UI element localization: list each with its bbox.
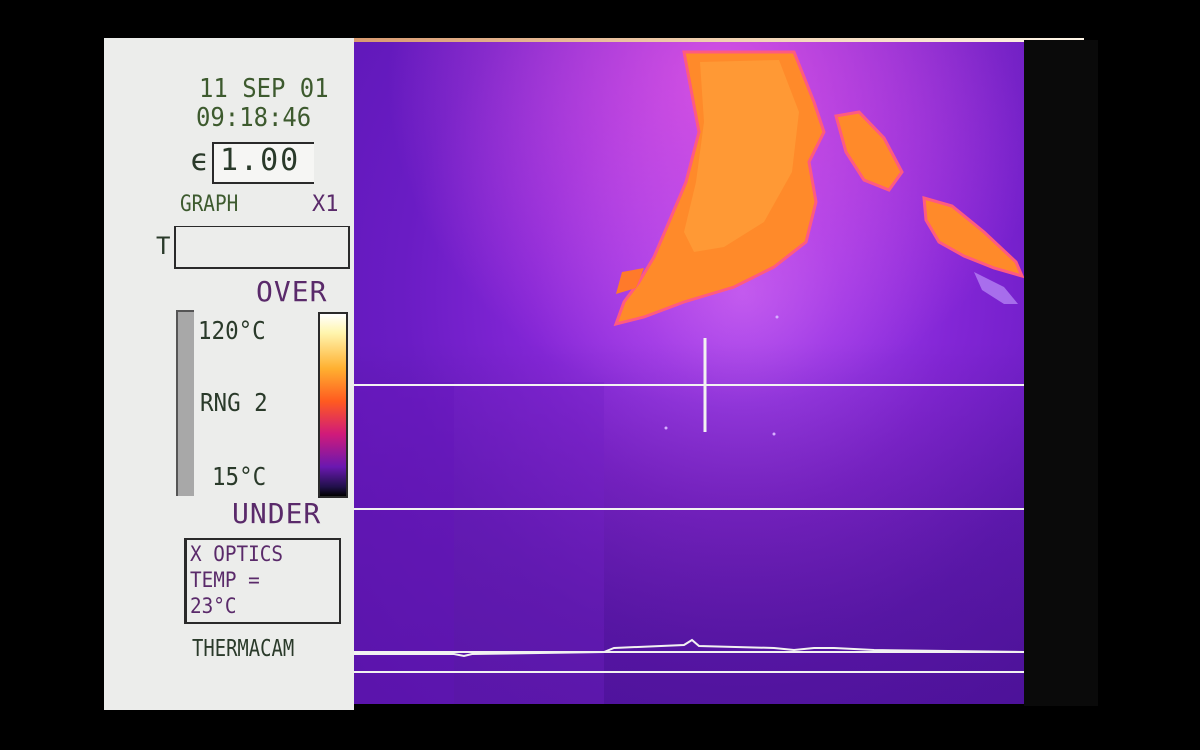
building-edge-mid [454, 382, 604, 704]
panel-bottom-edge [104, 704, 354, 710]
t-label: T [156, 232, 171, 260]
temp-min-label: 15°C [212, 462, 267, 491]
emissivity-value: 1.00 [220, 143, 301, 178]
right-border-strip [1024, 40, 1098, 706]
zoom-indicator: X1 [312, 192, 339, 217]
speck-3 [775, 315, 779, 319]
range-gray-bar [176, 310, 194, 496]
under-label: UNDER [232, 497, 322, 530]
thermal-camera-screen: 11 SEP 01 09:18:46 ϵ 1.00 GRAPH X1 T OVE… [0, 0, 1200, 750]
time-readout: 09:18:46 [196, 103, 312, 133]
optics-line-3: 23°C [190, 594, 237, 618]
optics-line-1: X OPTICS [190, 542, 284, 566]
speck-1 [664, 426, 668, 430]
date-readout: 11 SEP 01 [199, 74, 329, 104]
thermal-image-svg [354, 42, 1024, 704]
t-readout-box [174, 226, 350, 269]
color-scale-bar [318, 312, 348, 498]
graph-label: GRAPH [180, 192, 239, 217]
building-edge-left [354, 382, 454, 704]
info-panel: 11 SEP 01 09:18:46 ϵ 1.00 GRAPH X1 T OVE… [104, 38, 354, 706]
over-label: OVER [256, 275, 328, 308]
temp-max-label: 120°C [198, 316, 266, 345]
brand-label: THERMACAM [192, 636, 295, 662]
range-label: RNG 2 [200, 388, 268, 417]
optics-line-2: TEMP = [190, 568, 260, 592]
emissivity-symbol: ϵ [190, 143, 209, 178]
speck-2 [772, 432, 776, 436]
thermal-image [354, 42, 1024, 704]
